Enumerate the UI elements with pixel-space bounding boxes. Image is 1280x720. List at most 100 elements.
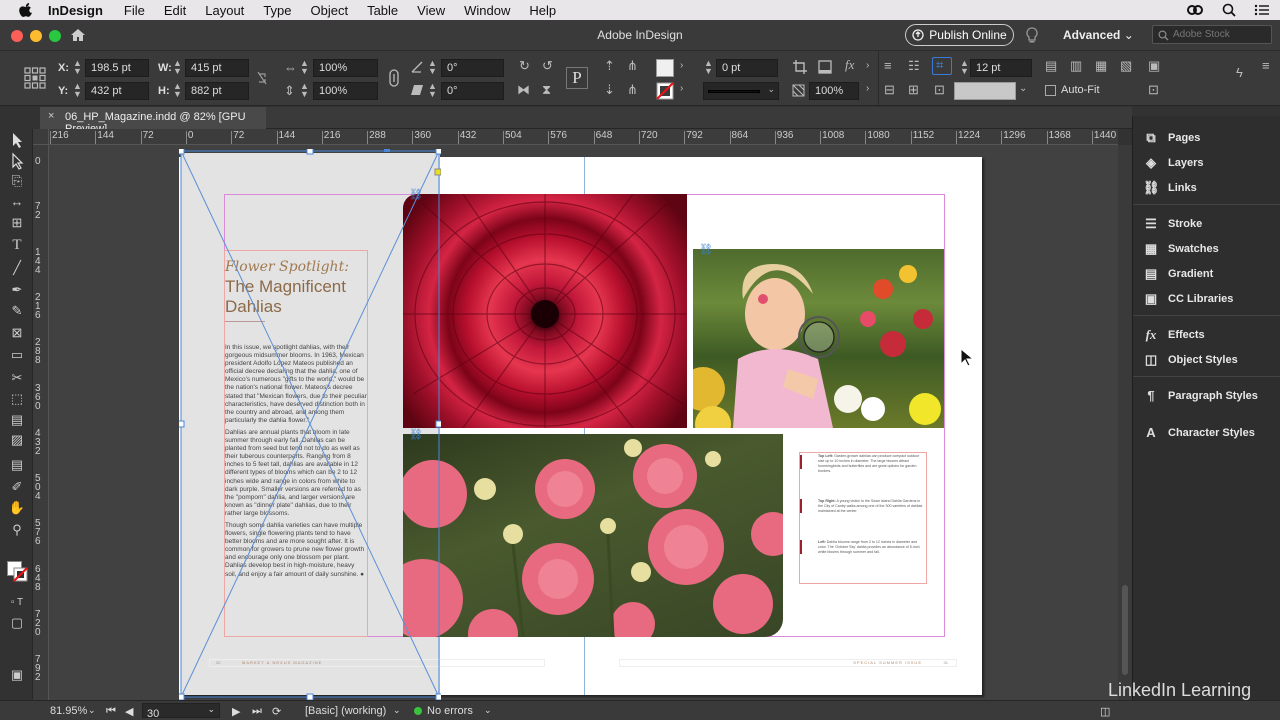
lightbulb-icon[interactable] xyxy=(1025,27,1039,44)
footer-right-frame[interactable]: SPECIAL SUMMER ISSUE 31 xyxy=(619,659,957,667)
stroke-swatch-none-icon[interactable] xyxy=(656,82,674,100)
fitting-frame-icon[interactable]: ▣ xyxy=(1148,58,1160,74)
menu-table[interactable]: Table xyxy=(367,3,398,18)
w-field[interactable]: 415 pt xyxy=(185,59,249,77)
y-stepper-icon[interactable]: ▲ ▼ xyxy=(73,82,82,99)
last-page-icon[interactable]: ⏭ xyxy=(252,705,262,718)
opacity-menu-icon[interactable]: › xyxy=(866,83,869,94)
constrain-proportions-icon[interactable] xyxy=(256,71,268,85)
menu-edit[interactable]: Edit xyxy=(164,3,186,18)
stroke-weight-field[interactable]: 0 pt xyxy=(716,59,778,77)
eyedropper-tool-icon[interactable]: ✐ xyxy=(8,478,26,496)
master-page-label[interactable]: [Basic] (working) xyxy=(305,705,386,717)
hand-tool-icon[interactable]: ✋ xyxy=(8,499,26,517)
h-stepper-icon[interactable]: ▲ ▼ xyxy=(173,82,182,99)
panel-links[interactable]: ⛓ Links xyxy=(1143,180,1197,196)
y-field[interactable]: 432 pt xyxy=(85,82,149,100)
direct-selection-tool-icon[interactable] xyxy=(8,152,26,170)
wrap-offset-stepper-icon[interactable]: ▲ ▼ xyxy=(960,59,969,76)
selection-tool-icon[interactable] xyxy=(8,131,26,149)
window-minimize-button[interactable] xyxy=(30,30,42,42)
scale-y-field[interactable]: 100% xyxy=(313,82,378,100)
panel-menu-icon[interactable]: ≡ xyxy=(1262,58,1270,73)
gradient-feather-tool-icon[interactable]: ▨ xyxy=(8,431,26,449)
stroke-menu-icon[interactable]: › xyxy=(680,83,683,94)
dahlia-pink-image[interactable] xyxy=(403,434,783,637)
fill-swatch[interactable] xyxy=(656,59,674,77)
select-previous-object-icon[interactable]: ⋔ xyxy=(627,58,638,74)
object-style-select[interactable] xyxy=(954,82,1016,100)
pasteboard[interactable]: Flower Spotlight: The Magnificent Dahlia… xyxy=(49,145,1118,700)
free-transform-tool-icon[interactable]: ⬚ xyxy=(8,390,26,408)
stroke-type-select[interactable]: ⌄ xyxy=(703,82,779,100)
fitting-center-icon[interactable]: ⊡ xyxy=(1148,82,1159,98)
text-wrap-bounding-box-icon[interactable]: ☷ xyxy=(908,58,920,74)
page-number-field[interactable]: 30 ⌄ xyxy=(142,703,220,720)
panel-cc-libraries[interactable]: ▣ CC Libraries xyxy=(1143,291,1234,307)
adobe-stock-search[interactable]: Adobe Stock xyxy=(1152,25,1272,44)
selection-bounding-box[interactable] xyxy=(179,149,441,700)
menu-layout[interactable]: Layout xyxy=(205,3,244,18)
zoom-tool-icon[interactable]: ⚲ xyxy=(8,521,26,539)
document-tab[interactable]: × 06_HP_Magazine.indd @ 82% [GPU Preview… xyxy=(40,107,266,135)
panel-stroke[interactable]: ☰ Stroke xyxy=(1143,216,1202,232)
menu-type[interactable]: Type xyxy=(263,3,291,18)
x-field[interactable]: 198.5 pt xyxy=(85,59,149,77)
panel-effects[interactable]: fx Effects xyxy=(1143,327,1205,343)
text-wrap-next-column-icon[interactable]: ⊞ xyxy=(908,82,919,98)
auto-fit-checkbox[interactable] xyxy=(1045,85,1056,96)
formatting-container-icon[interactable]: ▫ T xyxy=(8,594,26,612)
window-zoom-button[interactable] xyxy=(49,30,61,42)
quick-apply-icon[interactable]: ϟ xyxy=(1236,65,1243,80)
stroke-color-swatch[interactable] xyxy=(13,567,28,582)
home-icon[interactable] xyxy=(70,28,86,42)
wrap-offset-field[interactable]: 12 pt xyxy=(970,59,1032,77)
link-chain-icon[interactable]: ⛓ xyxy=(409,428,423,441)
content-collector-icon[interactable]: ⊞ xyxy=(8,214,26,232)
menu-file[interactable]: File xyxy=(124,3,145,18)
constrain-scale-icon[interactable] xyxy=(388,68,400,88)
screen-mode-icon[interactable]: ▢ xyxy=(8,614,26,632)
align-left-edges-icon[interactable]: ▤ xyxy=(1045,58,1057,74)
panel-paragraph-styles[interactable]: ¶ Paragraph Styles xyxy=(1143,388,1258,403)
shear-stepper-icon[interactable]: ▲ ▼ xyxy=(428,82,437,99)
chevron-down-icon[interactable]: ⌄ xyxy=(88,705,96,716)
flip-horizontal-icon[interactable]: ⧓ xyxy=(517,82,530,98)
close-icon[interactable]: × xyxy=(48,110,54,122)
scissors-tool-icon[interactable]: ✂ xyxy=(8,369,26,387)
flip-vertical-icon[interactable]: ⧗ xyxy=(542,82,551,98)
dahlia-red-image[interactable] xyxy=(403,194,687,428)
gap-tool-icon[interactable]: ↔ xyxy=(8,193,26,211)
gradient-swatch-tool-icon[interactable]: ▤ xyxy=(8,411,26,429)
first-page-icon[interactable]: ⏮ xyxy=(106,705,116,718)
apple-icon[interactable] xyxy=(18,3,34,17)
scroll-thumb[interactable] xyxy=(1122,585,1128,675)
chevron-down-icon[interactable]: ⌄ xyxy=(1019,83,1027,94)
scale-x-field[interactable]: 100% xyxy=(313,59,378,77)
vertical-scrollbar[interactable] xyxy=(1118,145,1132,700)
rotate-field[interactable]: 0° xyxy=(441,59,504,77)
menu-object[interactable]: Object xyxy=(311,3,349,18)
link-chain-icon[interactable]: ⛓ xyxy=(699,243,713,256)
panel-object-styles[interactable]: ◫ Object Styles xyxy=(1143,352,1238,368)
chevron-down-icon[interactable]: ⌄ xyxy=(484,705,492,716)
link-chain-icon[interactable]: ⛓ xyxy=(409,188,423,201)
text-wrap-jump-icon[interactable]: ⊟ xyxy=(884,82,895,98)
page-tool-icon[interactable]: ⎘ xyxy=(8,172,26,190)
line-tool-icon[interactable]: ╱ xyxy=(8,259,26,277)
publish-online-button[interactable]: Publish Online xyxy=(905,24,1014,46)
scale-x-stepper-icon[interactable]: ▲ ▼ xyxy=(300,59,309,76)
menu-window[interactable]: Window xyxy=(464,3,510,18)
align-centers-icon[interactable]: ▥ xyxy=(1070,58,1082,74)
rectangle-frame-tool-icon[interactable]: ⊠ xyxy=(8,324,26,342)
note-tool-icon[interactable]: ▤ xyxy=(8,456,26,474)
scale-y-stepper-icon[interactable]: ▲ ▼ xyxy=(300,82,309,99)
select-content-icon[interactable]: ⇣ xyxy=(604,82,615,98)
horizontal-ruler[interactable]: 216 144 72 0 72 144 216 288 360 432 504 576 648 720 79… xyxy=(40,129,1118,145)
pencil-tool-icon[interactable]: ✎ xyxy=(8,302,26,320)
menu-app-name[interactable]: InDesign xyxy=(48,3,103,18)
creative-cloud-icon[interactable] xyxy=(1186,3,1204,17)
text-wrap-none-icon[interactable]: ≡ xyxy=(884,58,892,73)
select-next-object-icon[interactable]: ⋔ xyxy=(627,82,638,98)
fitting-content-icon[interactable]: ▧ xyxy=(1120,58,1132,74)
